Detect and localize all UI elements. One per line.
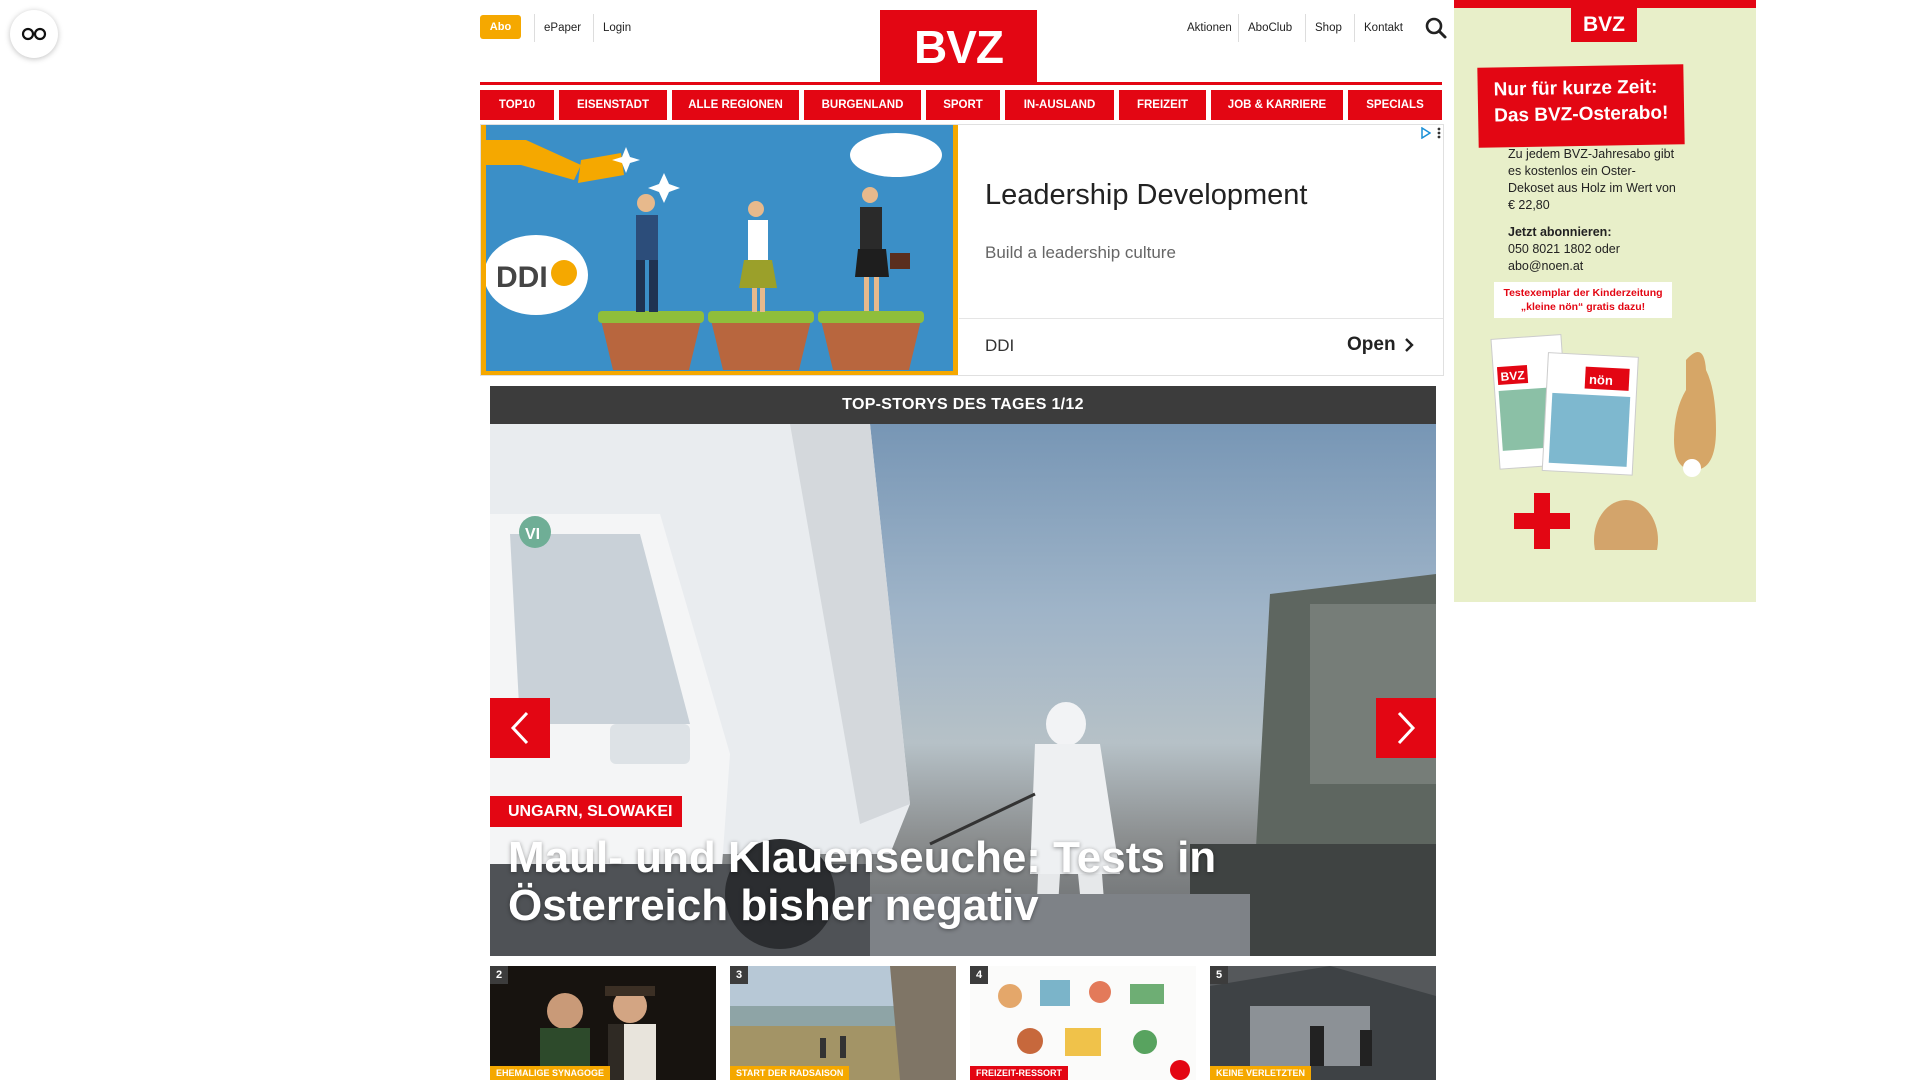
thumbnail-number: 4 (970, 966, 988, 984)
site-logo[interactable]: BVZ (880, 10, 1037, 84)
side-ad-subscribe-label: Jetzt abonnieren: (1508, 225, 1612, 239)
reader-mode-button[interactable] (10, 10, 58, 58)
site-header: Abo ePaper Login BVZ Aktionen AboClub Sh… (480, 0, 1447, 84)
ad-illustration: DDI (481, 125, 958, 375)
ad-artwork: DDI (486, 125, 953, 371)
slide-headline[interactable]: Maul- und Klauenseuche: Tests in Österre… (508, 834, 1268, 930)
thumbnail-4[interactable]: 4 FREIZEIT-RESSORT (970, 966, 1196, 1080)
side-ad-paper-brand: BVZ (1500, 368, 1525, 384)
ad-divider (959, 318, 1443, 319)
thumbnail-number: 2 (490, 966, 508, 984)
thumbnail-photo-5 (1210, 966, 1436, 1080)
more-options-icon[interactable] (1437, 127, 1441, 139)
nav-item-sport[interactable]: SPORT (926, 90, 1000, 120)
slide-category-tag[interactable]: UNGARN, SLOWAKEI (490, 796, 683, 827)
thumbnail-3[interactable]: 3 START DER RADSAISON (730, 966, 956, 1080)
side-ad-logo: BVZ (1571, 8, 1637, 42)
side-ad-body: Zu jedem BVZ-Jahresabo gibt es kostenlos… (1508, 146, 1678, 275)
side-ad-phone: 050 8021 1802 oder (1508, 242, 1620, 256)
nav-item-job-karriere[interactable]: JOB & KARRIERE (1211, 90, 1343, 120)
nav-item-specials[interactable]: SPECIALS (1348, 90, 1442, 120)
ad-open-button[interactable]: Open (1347, 334, 1414, 356)
ad-banner[interactable]: DDI Leadership Development Build a leade… (480, 124, 1444, 376)
slider-next-button[interactable] (1376, 698, 1436, 758)
slider-prev-button[interactable] (490, 698, 550, 758)
thumbnail-tag: KEINE VERLETZTEN (1210, 1066, 1312, 1080)
side-ad-offer: Zu jedem BVZ-Jahresabo gibt es kostenlos… (1508, 147, 1676, 212)
slider-heading: TOP-STORYS DES TAGES 1/12 (490, 386, 1436, 424)
thumbnail-5[interactable]: 5 KEINE VERLETZTEN (1210, 966, 1436, 1080)
main-nav: TOP10 EISENSTADT ALLE REGIONEN BURGENLAN… (480, 90, 1442, 120)
thumbnail-number: 5 (1210, 966, 1228, 984)
side-ad-headline-line2: Das BVZ-Osterabo! (1493, 102, 1669, 127)
ad-subtitle: Build a leadership culture (985, 243, 1176, 262)
ad-choices-icon (1421, 127, 1431, 139)
chevron-right-icon (1404, 338, 1414, 352)
nav-item-freizeit[interactable]: FREIZEIT (1119, 90, 1206, 120)
side-ad-email[interactable]: abo@noen.at (1508, 258, 1678, 275)
side-ad-headline-line1: Nur für kurze Zeit: (1493, 76, 1658, 101)
side-ad-kids-brand: nön (1589, 372, 1614, 388)
thumbnail-tag: START DER RADSAISON (730, 1066, 850, 1080)
thumbnail-photo-3 (730, 966, 956, 1080)
glasses-icon (21, 27, 47, 41)
nav-item-alle-regionen[interactable]: ALLE REGIONEN (672, 90, 799, 120)
chevron-left-icon (510, 711, 529, 745)
shop-link[interactable]: Shop (1305, 14, 1351, 42)
truck-logo-text: VI (525, 526, 540, 543)
side-ad-note: Testexemplar der Kinderzeitung „kleine n… (1494, 282, 1672, 318)
thumbnail-photo-4 (970, 966, 1196, 1080)
epaper-link[interactable]: ePaper (534, 14, 590, 42)
chevron-right-icon (1397, 711, 1416, 745)
ad-brand: DDI (985, 336, 1015, 355)
thumbnail-2[interactable]: 2 EHEMALIGE SYNAGOGE (490, 966, 716, 1080)
nav-item-in-ausland[interactable]: IN-AUSLAND (1005, 90, 1114, 120)
ad-title[interactable]: Leadership Development (985, 179, 1307, 212)
abo-button[interactable]: Abo (480, 15, 521, 39)
slide-image[interactable]: VI UNGARN, SLOWAKEI Maul- und Klauenseuc… (490, 424, 1436, 956)
search-icon[interactable] (1424, 16, 1448, 40)
aboclub-link[interactable]: AboClub (1238, 14, 1301, 42)
side-ad-products: BVZ nön (1490, 334, 1716, 550)
top-stories-slider: TOP-STORYS DES TAGES 1/12 VI UNGARN, SLO… (490, 386, 1436, 956)
slider-thumbnails: 2 EHEMALIGE SYNAGOGE 3 START DER RADSAIS… (490, 966, 1436, 1080)
side-ad-osterabo[interactable]: BVZ Nur für kurze Zeit: Das BVZ-Osterabo… (1454, 0, 1756, 602)
nav-item-burgenland[interactable]: BURGENLAND (804, 90, 921, 120)
thumbnail-tag: FREIZEIT-RESSORT (970, 1066, 1069, 1080)
aktionen-link[interactable]: Aktionen (1178, 14, 1241, 42)
ad-logo-text: DDI (496, 261, 548, 294)
header-divider (480, 82, 1442, 85)
kontakt-link[interactable]: Kontakt (1354, 14, 1412, 42)
thumbnail-photo-2 (490, 966, 716, 1080)
side-ad-headline: Nur für kurze Zeit: Das BVZ-Osterabo! (1477, 64, 1685, 148)
plus-icon (1514, 493, 1570, 549)
thumbnail-number: 3 (730, 966, 748, 984)
ad-choices[interactable] (1421, 127, 1441, 139)
nav-item-eisenstadt[interactable]: EISENSTADT (559, 90, 667, 120)
ad-open-label: Open (1347, 334, 1396, 355)
nav-item-top10[interactable]: TOP10 (480, 90, 554, 120)
thumbnail-tag: EHEMALIGE SYNAGOGE (490, 1066, 611, 1080)
login-link[interactable]: Login (593, 14, 640, 42)
